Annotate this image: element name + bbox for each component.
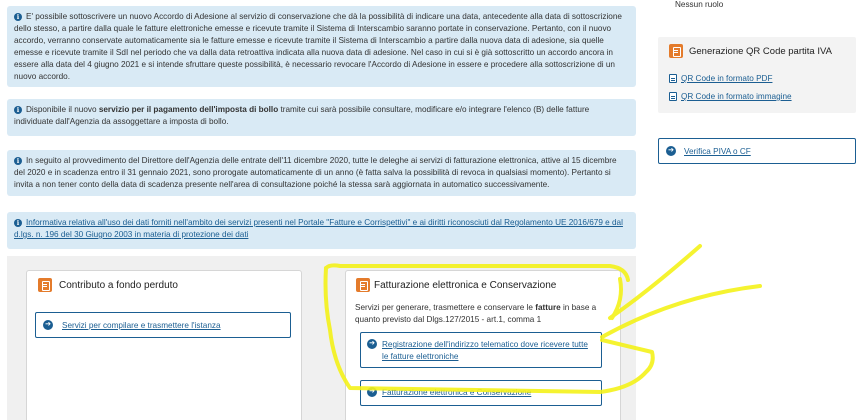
qr-code-icon: [669, 44, 683, 58]
qr-title: Generazione QR Code partita IVA: [689, 46, 832, 57]
qr-panel: Generazione QR Code partita IVA QR Code …: [658, 37, 856, 113]
info-icon: i: [14, 219, 22, 227]
notice-deleghe: i In seguito al provvedimento del Diretto…: [7, 150, 636, 196]
card-title: Fatturazione elettronica e Conservazione: [374, 280, 557, 291]
verifica-link-box[interactable]: ➔ Verifica PIVA o CF: [658, 138, 856, 164]
qr-image-link[interactable]: QR Code in formato immagine: [681, 92, 792, 101]
notice-text: E' possibile sottoscrivere un nuovo Acco…: [14, 12, 622, 81]
document-icon: [356, 278, 370, 292]
registrazione-link-box[interactable]: ➔ Registrazione dell'indirizzo telematic…: [360, 332, 602, 368]
card-contributo: Contributo a fondo perduto ➔ Servizi per…: [26, 270, 302, 420]
notice-text-bold[interactable]: servizio per il pagamento dell'imposta d…: [99, 105, 278, 114]
desc-pre: Servizi per generare, trasmettere e cons…: [355, 303, 536, 312]
contributo-link-box[interactable]: ➔ Servizi per compilare e trasmettere l'…: [35, 312, 291, 338]
qr-pdf-link[interactable]: QR Code in formato PDF: [681, 74, 772, 83]
arrow-right-icon: ➔: [666, 146, 676, 156]
services-area: Contributo a fondo perduto ➔ Servizi per…: [7, 256, 636, 420]
card-fatturazione: Fatturazione elettronica e Conservazione…: [345, 270, 621, 420]
informativa-link[interactable]: Informativa relativa all'uso dei dati fo…: [14, 218, 623, 239]
registrazione-link[interactable]: Registrazione dell'indirizzo telematico …: [382, 340, 588, 361]
document-icon: [38, 278, 52, 292]
image-file-icon: [669, 92, 677, 101]
role-text: Nessun ruolo: [675, 0, 724, 9]
arrow-right-icon: ➔: [43, 320, 53, 330]
verifica-link[interactable]: Verifica PIVA o CF: [684, 147, 751, 156]
info-icon: i: [14, 106, 22, 114]
fatturazione-link[interactable]: Fatturazione elettronica e Conservazione: [382, 388, 531, 397]
notice-conservazione: i E' possibile sottoscrivere un nuovo Acc…: [7, 6, 636, 87]
info-icon: i: [14, 157, 22, 165]
card-title: Contributo a fondo perduto: [59, 280, 178, 291]
notice-text: In seguito al provvedimento del Direttor…: [14, 156, 617, 189]
notice-informativa: i Informativa relativa all'uso dei dati f…: [7, 212, 636, 249]
card-description: Servizi per generare, trasmettere e cons…: [355, 302, 607, 326]
notice-imposta-bollo: i Disponibile il nuovo servizio per il pa…: [7, 99, 636, 136]
notice-text-pre: Disponibile il nuovo: [26, 105, 99, 114]
pdf-file-icon: [669, 74, 677, 83]
arrow-right-icon: ➔: [367, 387, 377, 397]
info-icon: i: [14, 13, 22, 21]
fatturazione-link-box[interactable]: ➔ Fatturazione elettronica e Conservazio…: [360, 380, 602, 406]
arrow-right-icon: ➔: [367, 339, 377, 349]
desc-bold: fatture: [535, 303, 561, 312]
contributo-link[interactable]: Servizi per compilare e trasmettere l'is…: [62, 321, 221, 330]
